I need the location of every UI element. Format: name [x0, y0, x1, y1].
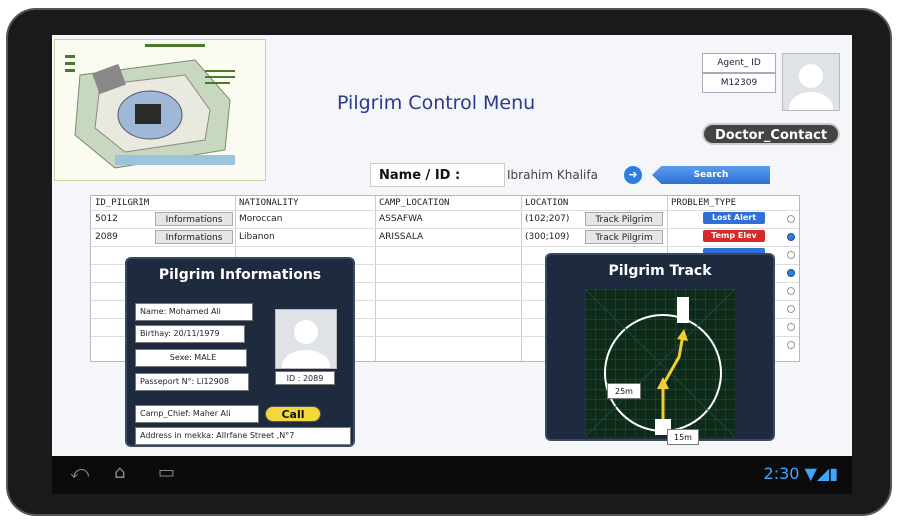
table-cell-nationality: Libanon	[239, 232, 275, 242]
pilgrim-info-panel: Pilgrim Informations Name: Mohamed Ali B…	[125, 257, 355, 447]
problem-radio[interactable]	[787, 251, 795, 259]
signal-icon: ◢	[816, 464, 830, 483]
call-button[interactable]: Call	[265, 406, 321, 422]
informations-button[interactable]: Informations	[155, 230, 233, 244]
header-nationality: NATIONALITY	[239, 198, 299, 208]
info-birthday: Birthay: 20/11/1979	[135, 325, 245, 343]
pilgrim-info-title: Pilgrim Informations	[158, 267, 322, 283]
problem-radio[interactable]	[787, 269, 795, 277]
pilgrim-avatar	[275, 309, 337, 369]
wifi-icon: ▼	[804, 464, 817, 483]
name-id-input[interactable]: Ibrahim Khalifa	[507, 163, 625, 187]
problem-radio[interactable]	[787, 287, 795, 295]
battery-icon: ▮	[829, 464, 838, 483]
table-cell-id: 5012	[95, 214, 118, 224]
distance-tag: 15m	[667, 429, 699, 445]
problem-radio[interactable]	[787, 341, 795, 349]
header-problem-type: PROBLEM_TYPE	[671, 198, 737, 208]
distance-tag: 25m	[607, 383, 641, 399]
app-screen: Pilgrim Control Menu Agent_ ID M12309 Do…	[52, 35, 852, 456]
info-sex: Sexe: MALE	[135, 349, 247, 367]
back-icon[interactable]: ⤺	[70, 462, 89, 483]
lost-alert-badge[interactable]: Lost Alert	[703, 212, 765, 224]
info-camp-chief: Camp_Chief: Maher Ali	[135, 405, 259, 423]
doctor-contact-button[interactable]: Doctor_Contact	[702, 123, 840, 145]
table-cell-location: (300;109)	[525, 232, 570, 242]
pilgrim-track-panel: Pilgrim Track 25m 15m	[545, 253, 775, 445]
info-address: Address in mekka: AlIrfane Street ,N°7	[135, 427, 351, 445]
haram-map[interactable]	[54, 39, 266, 181]
problem-radio[interactable]	[787, 305, 795, 313]
recent-apps-icon[interactable]: ▭	[158, 462, 175, 483]
info-name: Name: Mohamed Ali	[135, 303, 253, 321]
status-clock: 2:30 ▼◢▮	[763, 464, 838, 483]
info-passport: Passeport N°: Li12908	[135, 373, 249, 391]
agent-id-value: M12309	[702, 73, 776, 93]
problem-radio[interactable]	[787, 233, 795, 241]
informations-button[interactable]: Informations	[155, 212, 233, 226]
system-navbar: ⤺ ⌂ ▭ 2:30 ▼◢▮	[52, 456, 852, 494]
page-title: Pilgrim Control Menu	[337, 92, 536, 114]
home-icon[interactable]: ⌂	[114, 462, 125, 483]
radar-view	[585, 289, 735, 437]
table-cell-id: 2089	[95, 232, 118, 242]
track-pilgrim-button[interactable]: Track Pilgrim	[585, 212, 663, 226]
agent-id-label: Agent_ ID	[702, 53, 776, 73]
table-cell-nationality: Moroccan	[239, 214, 283, 224]
problem-radio[interactable]	[787, 323, 795, 331]
search-button[interactable]: Search	[652, 166, 770, 184]
temp-elev-badge[interactable]: Temp Elev	[703, 230, 765, 242]
table-cell-camp: ARISSALA	[379, 232, 424, 242]
header-location: LOCATION	[525, 198, 569, 208]
go-arrow-icon[interactable]: ➜	[624, 166, 642, 184]
table-cell-camp: ASSAFWA	[379, 214, 423, 224]
name-id-label: Name / ID :	[370, 163, 505, 187]
pilgrim-id-box: ID : 2089	[275, 371, 335, 385]
table-cell-location: (102;207)	[525, 214, 570, 224]
track-pilgrim-button[interactable]: Track Pilgrim	[585, 230, 663, 244]
header-camp-location: CAMP_LOCATION	[379, 198, 450, 208]
pilgrim-track-title: Pilgrim Track	[608, 263, 712, 279]
header-id-pilgrim: ID_PILGRIM	[95, 198, 150, 208]
agent-avatar	[782, 53, 840, 111]
problem-radio[interactable]	[787, 215, 795, 223]
